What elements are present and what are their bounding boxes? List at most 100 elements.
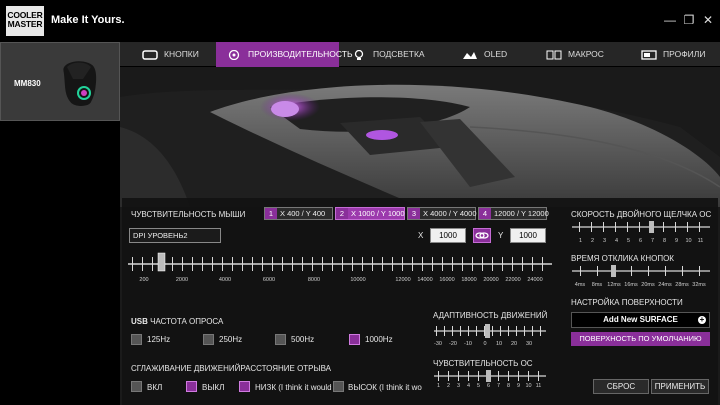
response-tick: 24ms (658, 282, 672, 288)
liftoff-low-checkbox[interactable] (239, 381, 250, 392)
tab-label: ПОДСВЕТКА (373, 49, 425, 59)
add-surface-button[interactable]: Add New SURFACE + (571, 312, 710, 328)
dpi-level-label: 12000 / Y 12000 (494, 209, 549, 218)
polling-1000-checkbox[interactable] (349, 334, 360, 345)
device-name: MM830 (14, 79, 41, 88)
liftoff-low-label: НИЗК (I think it would (255, 383, 332, 392)
dpi-x-input[interactable]: 1000 (430, 228, 466, 243)
tab-oled[interactable]: OLED (452, 42, 532, 67)
dpi-tick: 200 (139, 277, 149, 283)
dpi-tick: 16000 (439, 277, 455, 283)
dpi-level-1[interactable]: 1X 400 / Y 400 (264, 207, 333, 220)
dpi-tick: 8000 (307, 277, 321, 283)
tab-buttons[interactable]: КНОПКИ (132, 42, 222, 67)
os-tick: 3 (456, 383, 461, 389)
dpi-tick: 14000 (417, 277, 433, 283)
polling-250-checkbox[interactable] (203, 334, 214, 345)
double-click-tick: 2 (590, 238, 595, 244)
plus-icon: + (698, 315, 706, 324)
response-tick: 4ms (574, 282, 586, 288)
double-click-tick: 10 (685, 238, 692, 244)
device-panel: MM830 (0, 42, 120, 405)
smoothing-off-checkbox[interactable] (186, 381, 197, 392)
macro-icon (546, 50, 562, 60)
os-tick: 11 (535, 383, 542, 389)
tab-lighting[interactable]: ПОДСВЕТКА (341, 42, 441, 67)
liftoff-high-checkbox[interactable] (333, 381, 344, 392)
os-sensitivity-slider[interactable] (434, 370, 546, 382)
double-click-tick: 5 (626, 238, 631, 244)
os-tick: 1 (436, 383, 441, 389)
adaptive-tick: 10 (495, 341, 503, 347)
double-click-tick: 8 (662, 238, 667, 244)
response-tick: 16ms (624, 282, 638, 288)
tab-label: МАКРОС (568, 49, 604, 59)
close-button[interactable]: ✕ (701, 13, 715, 27)
polling-500-checkbox[interactable] (275, 334, 286, 345)
dpi-tick: 24000 (527, 277, 543, 283)
response-tick: 32ms (692, 282, 706, 288)
dpi-tick: 6000 (262, 277, 276, 283)
adaptive-tick: -30 (434, 341, 442, 347)
restore-button[interactable]: ❐ (682, 13, 696, 27)
device-card[interactable]: MM830 (0, 42, 120, 121)
sensitivity-title: ЧУВСТВИТЕЛЬНОСТЬ МЫШИ (131, 210, 246, 219)
dpi-level-2[interactable]: 2X 1000 / Y 1000 (335, 207, 405, 220)
dpi-level-number: 1 (265, 208, 277, 219)
os-sensitivity-title: ЧУВСТВИТЕЛЬНОСТЬ ОС (433, 359, 533, 368)
response-time-slider[interactable] (572, 265, 710, 277)
double-click-tick: 11 (697, 238, 704, 244)
adaptive-slider[interactable] (434, 324, 546, 338)
double-click-tick: 1 (578, 238, 583, 244)
dpi-y-input[interactable]: 1000 (510, 228, 546, 243)
smoothing-off-label: ВЫКЛ (202, 383, 225, 392)
double-click-tick: 6 (638, 238, 643, 244)
dpi-tick: 4000 (218, 277, 232, 283)
dpi-level-label: X 1000 / Y 1000 (351, 209, 405, 218)
adaptive-tick: 0 (483, 341, 487, 347)
double-click-tick: 9 (674, 238, 679, 244)
tab-label: КНОПКИ (164, 49, 199, 59)
os-sensitivity-thumb (486, 370, 491, 382)
os-tick: 4 (466, 383, 471, 389)
double-click-slider[interactable] (572, 221, 710, 233)
minimize-button[interactable]: — (663, 13, 677, 27)
dpi-tick: 2000 (175, 277, 189, 283)
polling-rate-label: ЧАСТОТА ОПРОСА (150, 317, 224, 326)
dpi-tick: 12000 (395, 277, 411, 283)
add-surface-label: Add New SURFACE (603, 315, 678, 324)
default-surface-button[interactable]: ПОВЕРХНОСТЬ ПО УМОЛЧАНИЮ (571, 332, 710, 346)
double-click-tick: 3 (602, 238, 607, 244)
dpi-tick: 22000 (505, 277, 521, 283)
smoothing-on-label: ВКЛ (147, 383, 163, 392)
tab-macro[interactable]: МАКРОС (536, 42, 626, 67)
apply-button[interactable]: ПРИМЕНИТЬ (651, 379, 709, 394)
dpi-level-label: X 4000 / Y 4000 (423, 209, 477, 218)
liftoff-high-label: ВЫСОК (I think it wou (348, 383, 422, 392)
y-label: Y (498, 231, 504, 240)
tab-performance[interactable]: ПРОИЗВОДИТЕЛЬНОСТЬ (216, 42, 353, 67)
os-tick: 9 (516, 383, 521, 389)
link-xy-button[interactable] (473, 228, 491, 243)
reset-button[interactable]: СБРОС (593, 379, 649, 394)
polling-125-checkbox[interactable] (131, 334, 142, 345)
dpi-level-label: X 400 / Y 400 (280, 209, 326, 218)
keyboard-icon (142, 50, 158, 60)
dpi-level-number: 3 (408, 208, 420, 219)
dpi-level-select[interactable]: DPI УРОВЕНЬ2 (129, 228, 221, 243)
polling-rate-title: USB ЧАСТОТА ОПРОСА (131, 317, 223, 326)
os-tick: 5 (476, 383, 481, 389)
adaptive-tick: 20 (510, 341, 518, 347)
tab-label: ПРОФИЛИ (663, 49, 706, 59)
polling-125-label: 125Hz (147, 335, 171, 344)
response-time-title: ВРЕМЯ ОТКЛИКА КНОПОК (571, 254, 674, 263)
smoothing-on-checkbox[interactable] (131, 381, 142, 392)
dpi-level-3[interactable]: 3X 4000 / Y 4000 (407, 207, 477, 220)
dpi-slider[interactable] (128, 250, 552, 272)
os-tick: 6 (486, 383, 491, 389)
dpi-level-4[interactable]: 4 12000 / Y 12000 (478, 207, 549, 220)
dpi-slider-thumb (157, 252, 166, 272)
tab-profiles[interactable]: ПРОФИЛИ (631, 42, 720, 67)
os-tick: 8 (506, 383, 511, 389)
title-bar: COOLER MASTER Make It Yours. — ❐ ✕ (0, 0, 720, 42)
